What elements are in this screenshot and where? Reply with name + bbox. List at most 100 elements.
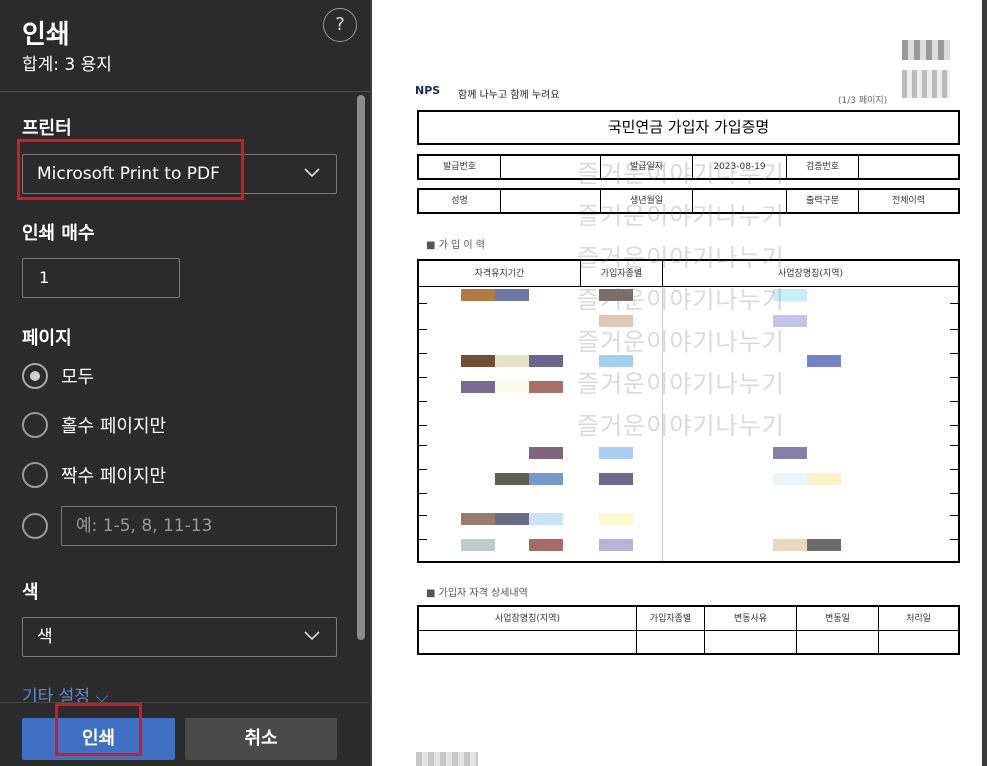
redacted-cell — [461, 539, 495, 551]
issue-no-label: 발급번호 — [419, 156, 501, 178]
copies-input[interactable]: 1 — [22, 258, 180, 298]
radio-button[interactable] — [22, 412, 48, 438]
redacted-cell — [495, 473, 529, 485]
redacted-cell — [529, 447, 563, 459]
col-change-reason: 변동사유 — [705, 607, 797, 630]
col-workplace: 사업장명칭(지역) — [419, 607, 637, 630]
panel-header: 인쇄 합계: 3 용지 ? — [0, 0, 370, 92]
row-tick — [950, 469, 958, 470]
redacted-cell — [461, 513, 495, 525]
redacted-barcode — [902, 40, 950, 60]
watermark-text: 즐거운이야기나누기 — [577, 328, 785, 356]
row-tick — [419, 515, 427, 516]
chevron-down-icon — [304, 168, 320, 182]
redacted-cell — [773, 473, 807, 485]
detail-cell — [879, 631, 958, 653]
row-tick — [950, 401, 958, 402]
detail-cell — [797, 631, 879, 653]
panel-scrollbar[interactable] — [357, 95, 365, 640]
detail-cell — [419, 631, 637, 653]
row-tick — [419, 353, 427, 354]
printer-label: 프린터 — [22, 118, 72, 139]
page-range-input[interactable]: 예: 1-5, 8, 11-13 — [61, 506, 337, 546]
radio-label-all: 모두 — [61, 367, 95, 388]
watermark-text: 즐거운이야기나누기 — [577, 244, 785, 272]
verify-no-value — [859, 156, 958, 178]
print-preview: NPS 함께 나누고 함께 누려요 (1/3 페이지) 국민연금 가입자 가입증… — [370, 0, 987, 766]
redacted-cell — [807, 473, 841, 485]
row-tick — [950, 493, 958, 494]
radio-button[interactable] — [22, 513, 48, 539]
radio-pages-odd[interactable]: 홀수 페이지만 — [22, 412, 166, 438]
row-tick — [419, 401, 427, 402]
doc-title: 국민연금 가입자 가입증명 — [417, 110, 960, 145]
redacted-cell — [599, 539, 633, 551]
radio-pages-even[interactable]: 짝수 페이지만 — [22, 462, 166, 488]
redacted-cell — [495, 381, 529, 393]
output-type-value: 전체이력 — [891, 196, 926, 206]
redacted-cell — [773, 539, 807, 551]
row-tick — [419, 493, 427, 494]
redacted-cell — [599, 447, 633, 459]
redacted-cell — [461, 381, 495, 393]
detail-section-title: ■ 가입자 자격 상세내역 — [426, 588, 528, 599]
redacted-cell — [807, 355, 841, 367]
nps-logo: NPS — [415, 84, 441, 97]
color-select[interactable]: 색 — [22, 617, 337, 657]
row-tick — [419, 303, 427, 304]
name-label: 성명 — [419, 190, 501, 212]
redacted-cell — [495, 289, 529, 301]
row-tick — [419, 377, 427, 378]
watermark-text: 즐거운이야기나누기 — [577, 370, 785, 398]
watermark-text: 즐거운이야기나누기 — [577, 286, 785, 314]
chevron-down-icon — [304, 631, 320, 645]
col-period: 자격유지기간 — [419, 261, 581, 286]
color-value: 색 — [37, 627, 53, 647]
radio-label-even: 짝수 페이지만 — [61, 466, 167, 487]
redacted-cell — [461, 355, 495, 367]
detail-cell — [637, 631, 705, 653]
cancel-button[interactable]: 취소 — [185, 718, 337, 760]
detail-row — [419, 631, 958, 653]
print-settings-panel: 인쇄 합계: 3 용지 ? 프린터 Microsoft Print to PDF… — [0, 0, 370, 766]
watermark-text: 즐거운이야기나누기 — [577, 160, 785, 188]
redacted-cell — [529, 381, 563, 393]
redacted-cell — [599, 513, 633, 525]
detail-cell — [705, 631, 797, 653]
radio-label-odd: 홀수 페이지만 — [61, 416, 167, 437]
sheet-count: 합계: 3 용지 — [22, 55, 112, 75]
col-member-type: 가입자종별 — [637, 607, 705, 630]
row-tick — [419, 425, 427, 426]
redacted-footer — [416, 752, 478, 766]
history-section-title: ■ 가 입 이 력 — [426, 240, 485, 251]
row-tick — [950, 377, 958, 378]
row-tick — [950, 425, 958, 426]
radio-pages-all[interactable]: 모두 — [22, 363, 94, 389]
row-tick — [950, 329, 958, 330]
radio-button-checked[interactable] — [22, 363, 48, 389]
color-label: 색 — [22, 582, 39, 603]
radio-pages-custom[interactable] — [22, 513, 48, 539]
redacted-cell — [495, 513, 529, 525]
redacted-cell — [529, 539, 563, 551]
pages-label: 페이지 — [22, 328, 72, 349]
row-tick — [950, 515, 958, 516]
redacted-cell — [529, 355, 563, 367]
redacted-cell — [599, 473, 633, 485]
verify-no-label: 검증번호 — [787, 156, 859, 178]
redacted-cell — [529, 513, 563, 525]
watermark-text: 즐거운이야기나누기 — [577, 202, 785, 230]
radio-button[interactable] — [22, 462, 48, 488]
help-icon[interactable]: ? — [323, 8, 357, 42]
redacted-cell — [495, 355, 529, 367]
dialog-title: 인쇄 — [22, 20, 70, 50]
row-tick — [419, 539, 427, 540]
col-process-date: 처리일 — [906, 614, 931, 624]
copies-label: 인쇄 매수 — [22, 223, 95, 244]
row-tick — [950, 353, 958, 354]
detail-table: 사업장명칭(지역) 가입자종별 변동사유 변동일 처리일 — [417, 605, 960, 655]
doc-tagline: 함께 나누고 함께 누려요 — [458, 90, 560, 101]
detail-header: 사업장명칭(지역) 가입자종별 변동사유 변동일 처리일 — [419, 607, 958, 631]
highlight-print — [55, 703, 142, 756]
redacted-code — [902, 70, 950, 98]
